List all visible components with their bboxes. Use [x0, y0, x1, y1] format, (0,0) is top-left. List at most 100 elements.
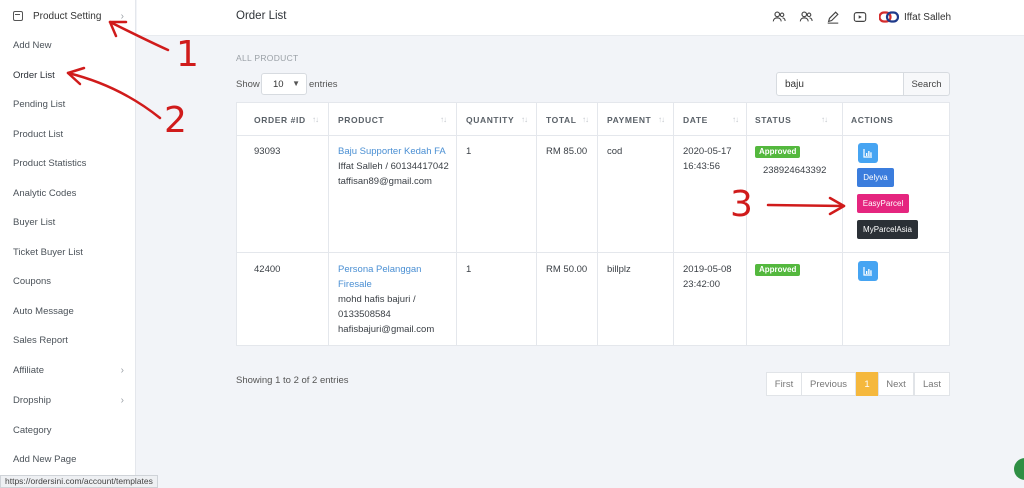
pagination-previous[interactable]: Previous — [801, 372, 856, 396]
myparcelasia-button[interactable]: MyParcelAsia — [857, 220, 918, 239]
sidebar-item-category[interactable]: Category — [0, 416, 136, 444]
search-input[interactable] — [776, 72, 904, 96]
sidebar-item-label: Category — [13, 424, 52, 436]
buyer-email: hafisbajuri@gmail.com — [338, 324, 435, 335]
sidebar-item-label: Pending List — [13, 98, 66, 110]
chevron-right-icon: › — [120, 10, 124, 22]
sort-icon: ↑↓ — [440, 115, 447, 124]
sidebar-item-affiliate[interactable]: Affiliate › — [0, 356, 136, 384]
column-header-date[interactable]: DATE — [683, 103, 708, 136]
sidebar-item-product-list[interactable]: Product List — [0, 120, 136, 148]
buyer-info: Iffat Salleh / 60134417042 — [338, 161, 449, 172]
sort-icon: ↑↓ — [521, 115, 528, 124]
show-label: Show — [236, 79, 260, 90]
tracking-number: 238924643392 — [763, 165, 827, 176]
user-name[interactable]: Iffat Salleh — [904, 12, 951, 23]
sidebar-item-sales-report[interactable]: Sales Report — [0, 326, 136, 354]
sidebar-item-add-new[interactable]: Add New — [0, 31, 136, 59]
page-title: Order List — [236, 10, 287, 22]
annotation-number: 1 — [176, 34, 199, 75]
column-header-status[interactable]: STATUS — [755, 103, 791, 136]
sidebar-item-ticket-buyer-list[interactable]: Ticket Buyer List — [0, 238, 136, 266]
annotation-number: 3 — [730, 184, 753, 225]
easyparcel-button[interactable]: EasyParcel — [857, 194, 909, 213]
product-link-continued[interactable]: Firesale — [338, 277, 372, 293]
sidebar-item-label: Add New — [13, 39, 52, 51]
total: RM 85.00 — [546, 146, 588, 157]
sidebar-item-label: Coupons — [13, 275, 52, 287]
column-header-actions: ACTIONS — [851, 103, 893, 136]
chart-button[interactable] — [858, 143, 878, 163]
sidebar-item-coupons[interactable]: Coupons — [0, 267, 136, 295]
column-header-quantity[interactable]: QUANTITY — [466, 103, 514, 136]
sort-icon: ↑↓ — [821, 115, 828, 124]
order-id: 42400 — [254, 264, 281, 275]
chevron-down-icon: ▼ — [292, 79, 300, 88]
brand-logo-icon — [879, 11, 899, 23]
total: RM 50.00 — [546, 264, 588, 275]
buyer-info: mohd hafis bajuri / — [338, 294, 416, 305]
entries-select[interactable]: 10 ▼ — [261, 73, 307, 95]
sidebar-item-label: Product Setting — [33, 10, 102, 22]
product-link[interactable]: Persona Pelanggan — [338, 262, 421, 278]
time: 16:43:56 — [683, 161, 720, 172]
column-label: TOTAL — [546, 114, 577, 125]
pagination-last[interactable]: Last — [914, 372, 950, 396]
sidebar-item-auto-message[interactable]: Auto Message — [0, 297, 136, 325]
sidebar-item-label: Add New Page — [13, 453, 77, 465]
sort-icon: ↑↓ — [312, 115, 319, 124]
sidebar-item-product-setting[interactable]: Product Setting › — [0, 2, 136, 30]
users-icon[interactable] — [798, 10, 814, 24]
breadcrumb: ALL PRODUCT — [236, 53, 299, 63]
users-icon[interactable] — [771, 10, 787, 24]
column-header-total[interactable]: TOTAL — [546, 103, 577, 136]
search-button[interactable]: Search — [904, 72, 950, 96]
column-header-payment[interactable]: PAYMENT — [607, 103, 651, 136]
chart-icon — [863, 149, 872, 158]
buyer-email: taffisan89@gmail.com — [338, 176, 432, 187]
sidebar-item-add-new-page[interactable]: Add New Page — [0, 445, 136, 473]
divider — [673, 103, 674, 345]
pagination-next[interactable]: Next — [878, 372, 914, 396]
column-label: PRODUCT — [338, 114, 385, 125]
entries-value: 10 — [273, 79, 284, 90]
sidebar-item-pending-list[interactable]: Pending List — [0, 90, 136, 118]
quantity: 1 — [466, 264, 472, 275]
chart-button[interactable] — [858, 261, 878, 281]
sidebar-item-buyer-list[interactable]: Buyer List — [0, 208, 136, 236]
sidebar-item-dropship[interactable]: Dropship › — [0, 386, 136, 414]
floating-chat-button[interactable] — [1014, 458, 1024, 480]
pen-icon[interactable] — [825, 10, 841, 24]
column-header-product[interactable]: PRODUCT — [338, 103, 384, 136]
column-label: QUANTITY — [466, 114, 515, 125]
divider — [456, 103, 457, 345]
divider — [842, 103, 843, 345]
sort-icon: ↑↓ — [658, 115, 665, 124]
sort-icon: ↑↓ — [582, 115, 589, 124]
pagination-page-1[interactable]: 1 — [856, 372, 878, 396]
sidebar-item-label: Affiliate — [13, 364, 44, 376]
sidebar-item-label: Dropship — [13, 394, 52, 406]
buyer-phone: 0133508584 — [338, 309, 391, 320]
sidebar-item-product-statistics[interactable]: Product Statistics — [0, 149, 136, 177]
sidebar-item-order-list[interactable]: Order List — [0, 61, 136, 89]
status-bar-url: https://ordersini.com/account/templates — [0, 475, 158, 488]
payment: cod — [607, 146, 623, 157]
sidebar-item-analytic-codes[interactable]: Analytic Codes — [0, 179, 136, 207]
chevron-right-icon: › — [120, 364, 124, 376]
divider — [328, 103, 329, 345]
date: 2019-05-08 — [683, 264, 732, 275]
sidebar: Product Setting › Add New Order List Pen… — [0, 0, 136, 488]
sort-icon: ↑↓ — [732, 115, 739, 124]
product-link[interactable]: Baju Supporter Kedah FA — [338, 144, 446, 160]
chart-icon — [863, 267, 872, 276]
delyva-button[interactable]: Delyva — [857, 168, 894, 187]
column-header-order-id[interactable]: ORDER #ID — [254, 103, 306, 136]
top-icons: Iffat Salleh — [771, 10, 951, 24]
pagination-first[interactable]: First — [766, 372, 802, 396]
youtube-icon[interactable] — [852, 10, 868, 24]
sidebar-item-label: Product List — [13, 128, 64, 140]
sidebar-item-label: Sales Report — [13, 334, 68, 346]
sidebar-item-label: Auto Message — [13, 305, 74, 317]
sidebar-item-label: Analytic Codes — [13, 187, 77, 199]
